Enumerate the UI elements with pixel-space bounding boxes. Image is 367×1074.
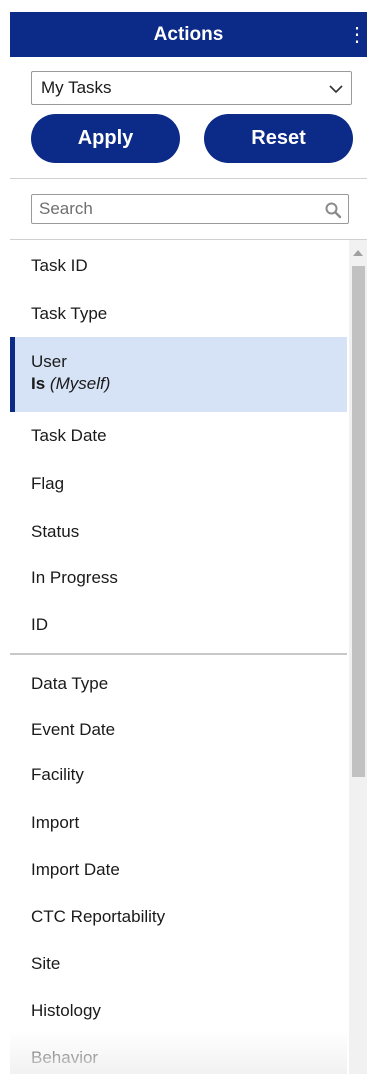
section-divider (10, 178, 367, 179)
filter-condition: Is (Myself) (31, 374, 347, 394)
list-item-task-date[interactable]: Task Date (10, 426, 347, 446)
list-item-task-type[interactable]: Task Type (10, 304, 347, 324)
list-item-label: In Progress (31, 568, 118, 587)
list-item-label: Status (31, 522, 80, 541)
list-item-flag[interactable]: Flag (10, 474, 347, 494)
condition-value: (Myself) (49, 374, 111, 393)
list-item-import-date[interactable]: Import Date (10, 860, 347, 880)
list-item-label: Data Type (31, 674, 109, 693)
list-item-site[interactable]: Site (10, 954, 347, 974)
list-item-label: Task ID (31, 256, 88, 275)
list-item-histology[interactable]: Histology (10, 1001, 347, 1021)
list-item-label: Site (31, 954, 61, 973)
search-box (31, 194, 349, 224)
list-item-id[interactable]: ID (10, 615, 347, 635)
actions-header: Actions ⋮ (10, 12, 367, 57)
list-item-label: Task Date (31, 426, 107, 445)
list-item-ctc-reportability[interactable]: CTC Reportability (10, 907, 347, 927)
reset-button[interactable]: Reset (204, 114, 353, 163)
list-scrollbar[interactable] (349, 240, 367, 1074)
kebab-menu-icon[interactable]: ⋮ (347, 12, 367, 57)
list-item-label: Flag (31, 474, 65, 493)
list-item-import[interactable]: Import (10, 813, 347, 833)
list-item-facility[interactable]: Facility (10, 765, 347, 785)
list-item-label: User (31, 352, 67, 371)
filter-preset-value: My Tasks (41, 78, 112, 97)
list-item-label: Behavior (31, 1048, 99, 1067)
search-icon[interactable] (324, 201, 342, 219)
list-item-label: Event Date (31, 720, 116, 739)
list-item-label: Facility (31, 765, 84, 784)
list-item-in-progress[interactable]: In Progress (10, 568, 347, 588)
list-item-label: CTC Reportability (31, 907, 166, 926)
list-item-data-type[interactable]: Data Type (10, 674, 347, 694)
list-item-label: Import Date (31, 860, 120, 879)
panel-title: Actions (153, 23, 224, 45)
list-item-label: Task Type (31, 304, 108, 323)
field-list: Task ID Task Type User Is (Myself) Task … (10, 240, 347, 1074)
list-item-event-date[interactable]: Event Date (10, 720, 347, 740)
list-item-label: ID (31, 615, 48, 634)
list-item-user[interactable]: User Is (Myself) (10, 337, 347, 412)
chevron-down-icon (329, 85, 343, 94)
list-item-label: Histology (31, 1001, 101, 1020)
scrollbar-thumb[interactable] (352, 266, 365, 777)
condition-operator: Is (31, 374, 46, 393)
list-item-task-id[interactable]: Task ID (10, 256, 347, 276)
list-divider (10, 653, 347, 655)
apply-button[interactable]: Apply (31, 114, 180, 163)
list-item-label: Import (31, 813, 80, 832)
filter-preset-select[interactable]: My Tasks (31, 71, 352, 105)
search-input[interactable] (32, 195, 312, 223)
list-item-status[interactable]: Status (10, 522, 347, 542)
list-item-behavior[interactable]: Behavior (10, 1048, 347, 1068)
scroll-up-arrow-icon[interactable] (353, 250, 363, 256)
